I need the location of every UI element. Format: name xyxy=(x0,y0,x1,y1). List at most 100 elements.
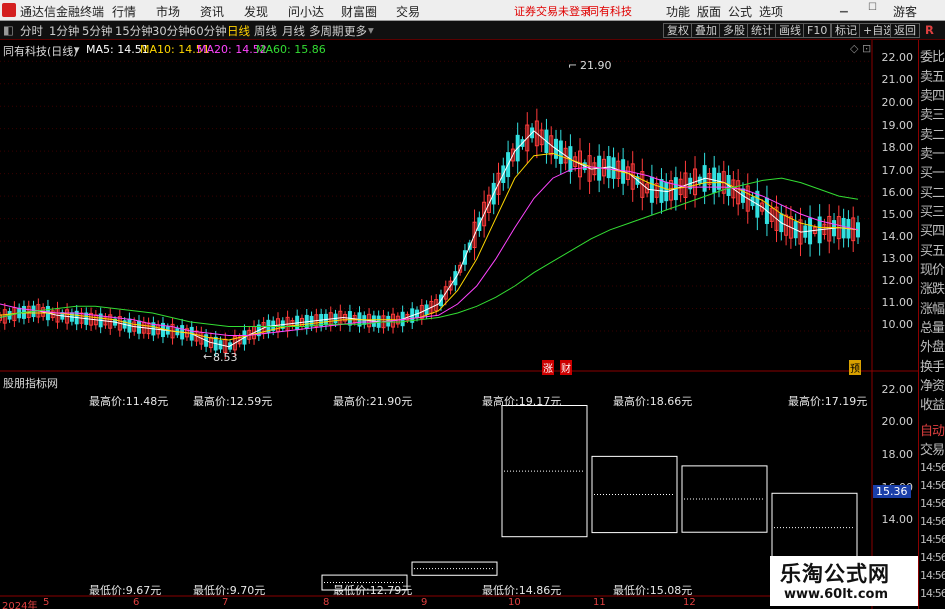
menu-formula[interactable]: 公式 xyxy=(728,3,752,20)
back-button[interactable]: 返回 xyxy=(890,23,920,38)
menu-discover[interactable]: 发现 xyxy=(244,3,268,20)
period-30min[interactable]: 30分钟 xyxy=(152,23,190,39)
panel-item[interactable]: 涨幅 xyxy=(920,298,945,317)
multi-stock-button[interactable]: 多股 xyxy=(719,23,749,38)
restore-icon[interactable]: ☐ xyxy=(868,2,877,13)
price-range-box xyxy=(681,465,768,533)
high-price-label: 最高价:19.17元 xyxy=(482,395,562,408)
panel-item[interactable]: 卖五 xyxy=(920,66,945,85)
menu-layout[interactable]: 版面 xyxy=(697,3,721,20)
menu-trade[interactable]: 交易 xyxy=(396,3,420,20)
y-tick: 18.00 xyxy=(881,141,914,154)
app-window: 通达信金融终端 行情 市场 资讯 发现 问小达 财富圈 交易 证券交易未登录 同… xyxy=(0,0,945,609)
watermark-url: www.60lt.com xyxy=(784,587,889,602)
menu-wealth-circle[interactable]: 财富圈 xyxy=(341,3,377,20)
y-tick: 11.00 xyxy=(881,296,914,309)
panel-item-trade[interactable]: 交易 xyxy=(920,439,945,458)
menu-function[interactable]: 功能 xyxy=(666,3,690,20)
dropdown-chevron-icon[interactable]: ▾ xyxy=(368,23,374,37)
period-weekly[interactable]: 周线 xyxy=(254,23,277,39)
diamond-icon[interactable]: ◇ xyxy=(850,42,858,55)
high-price-label: 最高价:18.66元 xyxy=(613,395,693,408)
menu-news[interactable]: 资讯 xyxy=(200,3,224,20)
high-price-label: 最高价:17.19元 xyxy=(788,395,868,408)
ma60-label: MA60: 15.86 xyxy=(256,43,326,56)
menu-assistant[interactable]: 问小达 xyxy=(288,3,324,20)
panel-item[interactable]: 净资 xyxy=(920,375,945,394)
low-price-label: 最低价:9.67元 xyxy=(89,584,162,597)
panel-item[interactable]: 卖四 xyxy=(920,85,945,104)
high-arrow-icon: ⌐ xyxy=(568,59,578,72)
panel-item[interactable]: 买三 xyxy=(920,201,945,220)
period-more[interactable]: 更多 xyxy=(344,23,367,39)
panel-item[interactable]: 总量 xyxy=(920,317,945,336)
period-multi[interactable]: 多周期 xyxy=(309,23,344,39)
tick-time: 14:56 xyxy=(920,551,945,564)
tick-time: 14:56 xyxy=(920,569,945,582)
panel-item[interactable]: 涨跌 xyxy=(920,278,945,297)
y-tick: 16.00 xyxy=(881,186,914,199)
menu-quotes[interactable]: 行情 xyxy=(112,3,136,20)
y-tick: 14.00 xyxy=(881,230,914,243)
minimize-icon[interactable]: ▁ xyxy=(840,2,848,13)
panel-item[interactable]: 收益 xyxy=(920,394,945,413)
period-15min[interactable]: 15分钟 xyxy=(115,23,153,39)
panel-toggle-icon[interactable]: ◧ xyxy=(3,23,14,37)
period-daily[interactable]: 日线 xyxy=(227,23,250,39)
period-60min[interactable]: 60分钟 xyxy=(189,23,227,39)
login-warning: 证券交易未登录 xyxy=(514,5,591,18)
event-finance-badge[interactable]: 财 xyxy=(560,360,572,375)
tick-time: 14:56 xyxy=(920,533,945,546)
panel-item-auto[interactable]: 自动 xyxy=(920,420,945,439)
panel-item[interactable]: 委比 xyxy=(920,46,945,65)
y-tick: 19.00 xyxy=(881,119,914,132)
app-title: 通达信金融终端 xyxy=(20,5,105,19)
period-1min[interactable]: 1分钟 xyxy=(49,23,79,39)
adjust-button[interactable]: 复权 xyxy=(663,23,693,38)
x-axis-month: 11 xyxy=(593,597,606,608)
price-range-box xyxy=(501,405,588,538)
panel-item[interactable]: 换手 xyxy=(920,356,945,375)
period-tick[interactable]: 分时 xyxy=(20,23,43,39)
y-tick: 15.00 xyxy=(881,208,914,221)
mark-button[interactable]: 标记 xyxy=(831,23,861,38)
y-tick: 22.00 xyxy=(881,51,914,64)
period-monthly[interactable]: 月线 xyxy=(282,23,305,39)
y-tick: 12.00 xyxy=(881,274,914,287)
statistics-button[interactable]: 统计 xyxy=(747,23,777,38)
x-axis-month: 5 xyxy=(43,597,50,608)
panel-item[interactable]: 卖二 xyxy=(920,124,945,143)
panel-item[interactable]: 买五 xyxy=(920,240,945,259)
user-label[interactable]: 游客 xyxy=(893,3,917,20)
event-rise-badge[interactable]: 涨 xyxy=(542,360,554,375)
menu-market[interactable]: 市场 xyxy=(156,3,180,20)
menu-options[interactable]: 选项 xyxy=(759,3,783,20)
x-axis-month: 8 xyxy=(323,597,330,608)
indicator-title[interactable]: 股朋指标网 xyxy=(3,375,58,391)
panel-item[interactable]: 卖三 xyxy=(920,104,945,123)
panel-item[interactable]: 买四 xyxy=(920,220,945,239)
panel-item[interactable]: 买一 xyxy=(920,162,945,181)
high-price-label: 最高价:12.59元 xyxy=(193,395,273,408)
panel-item[interactable]: 卖一 xyxy=(920,143,945,162)
expand-icon[interactable]: ⊡ xyxy=(862,42,871,55)
chevron-down-icon[interactable]: ▾ xyxy=(74,43,80,56)
y-tick: 17.00 xyxy=(881,164,914,177)
low-price-label: 最低价:12.79元 xyxy=(333,584,413,597)
kline-chart[interactable] xyxy=(0,40,918,609)
x-axis-month: 12 xyxy=(683,597,696,608)
overlay-button[interactable]: 叠加 xyxy=(691,23,721,38)
y-tick: 10.00 xyxy=(881,318,914,331)
panel-item[interactable]: 买二 xyxy=(920,182,945,201)
watermark-logo: 乐淘公式网 www.60lt.com xyxy=(770,556,918,606)
right-tab-r[interactable]: R xyxy=(925,23,934,37)
draw-line-button[interactable]: 画线 xyxy=(775,23,805,38)
panel-item[interactable]: 现价 xyxy=(920,259,945,278)
tick-time: 14:56 xyxy=(920,587,945,600)
x-axis-month: 10 xyxy=(508,597,521,608)
period-5min[interactable]: 5分钟 xyxy=(82,23,112,39)
f10-button[interactable]: F10 xyxy=(803,23,832,38)
event-forecast-badge[interactable]: 预 xyxy=(849,360,861,375)
panel-item[interactable]: 外盘 xyxy=(920,336,945,355)
low-price-label: 最低价:15.08元 xyxy=(613,584,693,597)
